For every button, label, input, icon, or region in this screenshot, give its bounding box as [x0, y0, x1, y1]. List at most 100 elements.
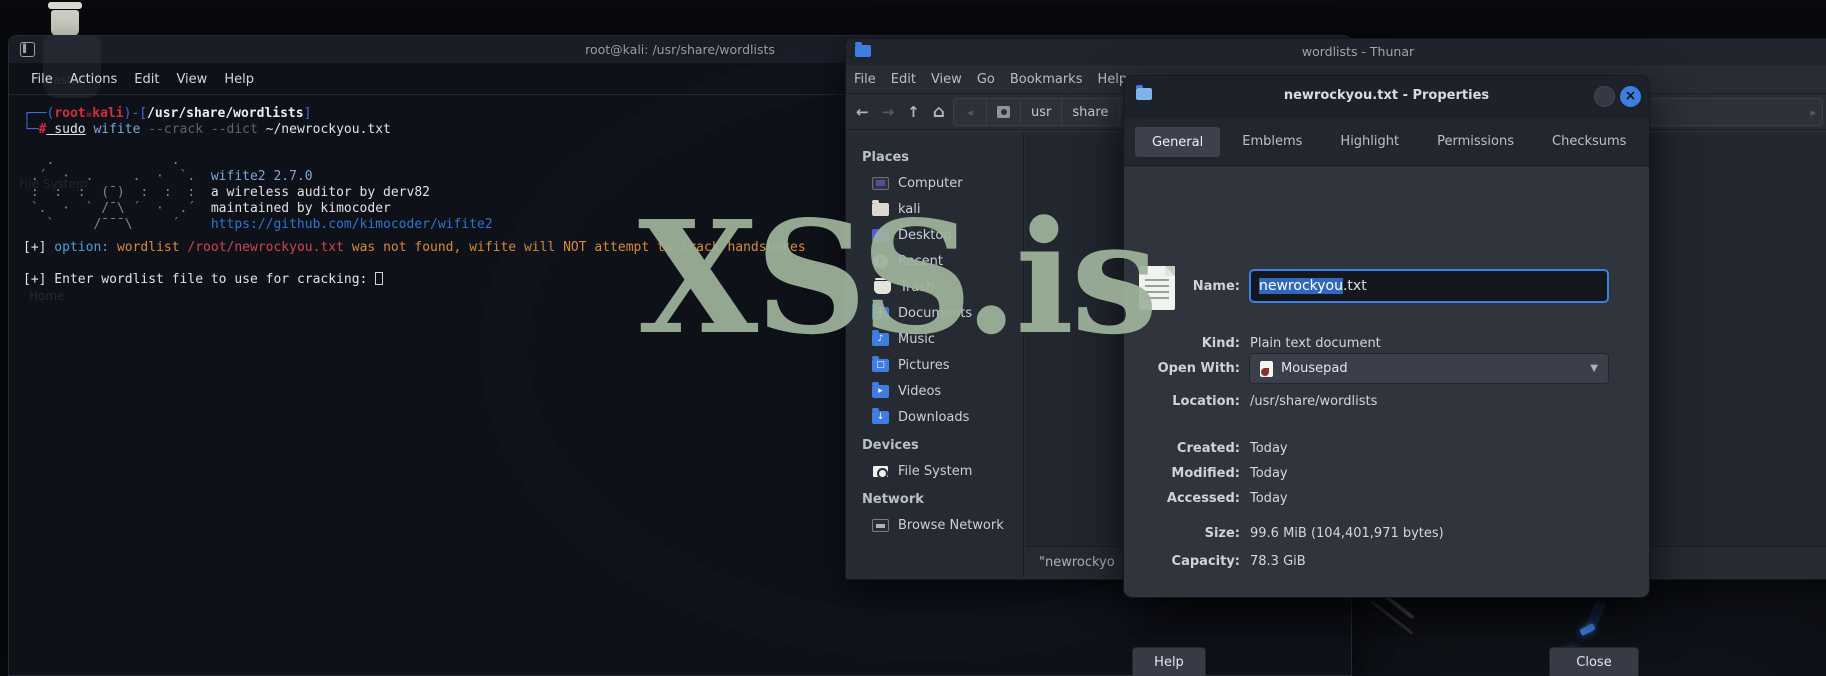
- thunar-menu-file[interactable]: File: [854, 72, 876, 87]
- sidebar-item-trash[interactable]: Trash: [846, 275, 1023, 299]
- music-folder-icon: ♪: [872, 329, 889, 346]
- selected-text: newrockyou: [1259, 278, 1343, 294]
- thunar-menu-view[interactable]: View: [931, 72, 962, 87]
- size-label: Size:: [1204, 526, 1240, 541]
- capacity-label: Capacity:: [1171, 554, 1240, 569]
- modified-value: Today: [1250, 466, 1288, 481]
- sidebar-item-downloads[interactable]: ↓ Downloads: [846, 405, 1023, 429]
- wifite-banner-line: .´ · . . · `. wifite2 2.7.0: [23, 169, 313, 184]
- path-crumb-usr[interactable]: usr: [1021, 99, 1063, 125]
- path-scroll-left-icon[interactable]: ◂: [954, 99, 987, 125]
- sidebar-item-pictures[interactable]: □ Pictures: [846, 353, 1023, 377]
- name-input[interactable]: newrockyou.txt: [1249, 269, 1609, 303]
- faint-trash-silhouette: [43, 36, 101, 98]
- thunar-menu-go[interactable]: Go: [977, 72, 995, 87]
- sidebar-item-computer[interactable]: Computer: [846, 171, 1023, 195]
- created-value: Today: [1250, 441, 1288, 456]
- close-icon[interactable]: ×: [1620, 86, 1641, 107]
- wifite-banner-line: . .: [23, 153, 211, 168]
- modified-label: Modified:: [1171, 466, 1240, 481]
- back-icon[interactable]: ←: [856, 103, 869, 121]
- help-button[interactable]: Help: [1132, 647, 1206, 676]
- location-label: Location:: [1172, 394, 1240, 409]
- thunar-title: wordlists - Thunar: [1301, 44, 1415, 59]
- thunar-menu-bookmarks[interactable]: Bookmarks: [1010, 72, 1083, 87]
- forward-icon[interactable]: →: [882, 103, 895, 121]
- network-icon: [872, 518, 889, 532]
- properties-dialog: newrockyou.txt - Properties × General Em…: [1123, 75, 1650, 676]
- desktop-trash-icon[interactable]: [46, 2, 86, 36]
- home-icon[interactable]: ⌂: [933, 102, 945, 122]
- name-label: Name:: [1192, 279, 1240, 294]
- dialog-title: newrockyou.txt - Properties: [1283, 88, 1490, 103]
- created-label: Created:: [1176, 441, 1240, 456]
- wifite-banner-line: : : : (¯) : : : a wireless auditor by de…: [23, 185, 430, 200]
- sidebar-item-documents[interactable]: ╋ Documents: [846, 301, 1023, 325]
- prompt-line-1: ┌──(root☠kali)-[/usr/share/wordlists]: [23, 106, 312, 121]
- tab-checksums[interactable]: Checksums: [1535, 126, 1643, 158]
- path-root-button[interactable]: [987, 99, 1021, 125]
- sidebar-header-devices: Devices: [862, 437, 919, 453]
- desktop: ▌ root@kali: /usr/share/wordlists File A…: [0, 0, 1826, 676]
- kind-label: Kind:: [1201, 336, 1240, 351]
- terminal-cursor: [375, 272, 384, 285]
- dialog-tab-bar: General Emblems Highlight Permissions Ch…: [1124, 118, 1649, 166]
- tab-emblems[interactable]: Emblems: [1225, 126, 1319, 158]
- thunar-titlebar: wordlists - Thunar: [846, 39, 1826, 65]
- file-item-youtxt[interactable]: → you.txt: [1813, 253, 1826, 323]
- downloads-folder-icon: ↓: [872, 407, 889, 424]
- trash-lid: [48, 2, 82, 9]
- accessed-label: Accessed:: [1166, 491, 1240, 506]
- trash-can: [51, 10, 79, 36]
- tab-highlight[interactable]: Highlight: [1323, 126, 1416, 158]
- location-value: /usr/share/wordlists: [1250, 394, 1378, 409]
- prompt-line-2: └─# sudo wifite --crack --dict ~/newrock…: [23, 122, 391, 137]
- wifite-banner-line: `. · ` /¯\ ´ · .´ maintained by kimocode…: [23, 201, 391, 216]
- drive-icon: [997, 106, 1010, 118]
- desktop-folder-icon: [872, 228, 889, 242]
- open-with-label: Open With:: [1157, 361, 1240, 376]
- sidebar-item-kali[interactable]: kali: [846, 197, 1023, 221]
- accessed-value: Today: [1250, 491, 1288, 506]
- videos-folder-icon: ▸: [872, 381, 889, 398]
- faint-home-label: Home: [29, 289, 65, 303]
- kind-value: Plain text document: [1250, 336, 1381, 351]
- close-button[interactable]: Close: [1549, 647, 1639, 676]
- sidebar-item-file-system[interactable]: File System: [846, 459, 1023, 483]
- path-crumb-share[interactable]: share: [1062, 99, 1120, 125]
- enter-wordlist-line[interactable]: [+] Enter wordlist file to use for crack…: [23, 272, 384, 288]
- filesystem-drive-icon: [872, 464, 889, 479]
- minimize-button[interactable]: [1594, 86, 1615, 107]
- home-folder-icon: [872, 199, 889, 216]
- chevron-down-icon: ▼: [1590, 363, 1598, 374]
- wifite-banner-line: ` /¯¯¯\ ´ https://github.com/kimocoder/w…: [23, 217, 493, 232]
- dialog-titlebar: newrockyou.txt - Properties ×: [1124, 76, 1649, 118]
- file-item-asploit[interactable]: → asploit: [1813, 157, 1826, 227]
- sidebar-header-network: Network: [862, 491, 924, 507]
- wordlist-warning-line: [+] option: wordlist /root/newrockyou.tx…: [23, 240, 806, 255]
- path-scroll-right-icon[interactable]: ▸: [1810, 106, 1816, 119]
- sidebar-item-desktop[interactable]: Desktop: [846, 223, 1023, 247]
- sidebar-item-browse-network[interactable]: Browse Network: [846, 513, 1023, 537]
- open-with-dropdown[interactable]: Mousepad ▼: [1249, 353, 1609, 384]
- thunar-folder-icon: [855, 42, 871, 57]
- thunar-menu-edit[interactable]: Edit: [891, 72, 916, 87]
- mousepad-icon: [1260, 360, 1273, 377]
- sidebar-item-videos[interactable]: ▸ Videos: [846, 379, 1023, 403]
- documents-folder-icon: ╋: [872, 303, 889, 320]
- capacity-value: 78.3 GiB: [1250, 554, 1306, 569]
- trash-icon: [874, 277, 891, 294]
- tab-general[interactable]: General: [1134, 125, 1222, 158]
- up-icon[interactable]: ↑: [907, 103, 920, 121]
- size-value: 99.6 MiB (104,401,971 bytes): [1250, 526, 1444, 541]
- pictures-folder-icon: □: [872, 355, 889, 372]
- thunar-sidebar: Places Computer kali Desktop Recent Tras…: [846, 133, 1024, 578]
- dialog-folder-icon: [1136, 85, 1152, 100]
- computer-icon: [872, 176, 889, 190]
- sidebar-header-places: Places: [862, 149, 910, 165]
- recent-clock-icon: [872, 253, 889, 269]
- tab-permissions[interactable]: Permissions: [1420, 126, 1531, 158]
- sidebar-item-recent[interactable]: Recent: [846, 249, 1023, 273]
- faint-trash-label: Trash: [43, 73, 75, 87]
- sidebar-item-music[interactable]: ♪ Music: [846, 327, 1023, 351]
